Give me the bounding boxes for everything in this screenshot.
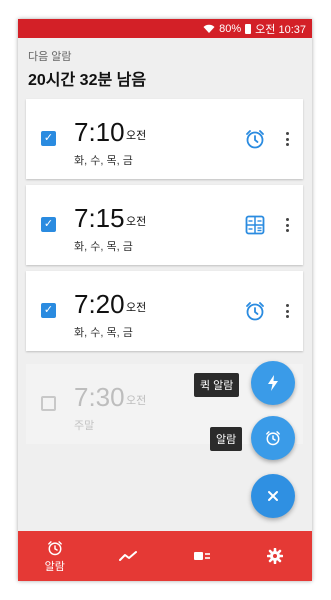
tab-settings[interactable] [239, 531, 313, 581]
alarm-clock-icon[interactable] [244, 128, 266, 150]
alarm-ampm: 오전 [126, 130, 147, 142]
add-alarm-button[interactable] [251, 416, 295, 460]
alarm-days: 주말 [74, 420, 95, 432]
alarm-add-label[interactable]: 알람 [210, 427, 243, 451]
status-bar: 80% 오전 10:37 [18, 19, 312, 38]
alarm-clock-icon [266, 431, 280, 446]
close-icon [268, 491, 278, 501]
alarm-ampm: 오전 [126, 302, 147, 314]
quick-alarm-button[interactable] [251, 361, 295, 405]
tab-alarm-label: 알람 [44, 560, 65, 573]
quick-alarm-label[interactable]: 퀵 알람 [194, 373, 240, 397]
status-time: 오전 10:37 [255, 23, 306, 36]
more-options-icon[interactable] [284, 128, 290, 150]
alarm-card[interactable]: ✓ 7:20 오전 화, 수, 목, 금 [26, 271, 303, 351]
battery-icon [245, 23, 252, 34]
alarm-ampm: 오전 [126, 395, 147, 407]
alarm-enable-checkbox[interactable]: ✓ [41, 217, 56, 232]
alarm-enable-checkbox[interactable]: ✓ [41, 303, 56, 318]
tab-alarm[interactable]: 알람 [18, 531, 92, 581]
alarm-clock-icon [47, 540, 62, 555]
battery-percent: 80% [219, 22, 242, 35]
close-fab-button[interactable] [251, 474, 295, 518]
tab-statistics[interactable] [92, 531, 166, 581]
app-screen: 80% 오전 10:37 다음 알람 20시간 32분 남음 ✓ 7:10 오전… [18, 19, 312, 581]
alarm-time: 7:20 [74, 289, 125, 319]
alarm-days: 화, 수, 목, 금 [74, 327, 133, 339]
alarm-clock-icon[interactable] [244, 300, 266, 322]
more-options-icon[interactable] [284, 300, 290, 322]
alarm-days: 화, 수, 목, 금 [74, 155, 133, 167]
alarm-time: 7:10 [74, 117, 125, 147]
alarm-enable-checkbox[interactable] [41, 396, 56, 411]
lightning-icon [268, 375, 278, 391]
more-options-icon[interactable] [284, 214, 290, 236]
alarm-time: 7:15 [74, 203, 125, 233]
next-alarm-label: 다음 알람 [28, 51, 72, 63]
trend-chart-icon [119, 551, 138, 561]
alarm-time: 7:30 [74, 382, 125, 412]
alarm-days: 화, 수, 목, 금 [74, 241, 133, 253]
gear-icon [267, 548, 284, 564]
alarm-ampm: 오전 [126, 216, 147, 228]
alarm-enable-checkbox[interactable]: ✓ [41, 131, 56, 146]
wifi-icon [203, 24, 215, 33]
next-alarm-remaining: 20시간 32분 남음 [28, 72, 147, 89]
card-list-icon [193, 552, 210, 560]
alarm-card[interactable]: ✓ 7:15 오전 화, 수, 목, 금 [26, 185, 303, 265]
tab-cards[interactable] [165, 531, 239, 581]
alarm-card[interactable]: ✓ 7:10 오전 화, 수, 목, 금 [26, 99, 303, 179]
calculator-icon[interactable] [244, 214, 266, 236]
bottom-navigation: 알람 [18, 531, 312, 581]
